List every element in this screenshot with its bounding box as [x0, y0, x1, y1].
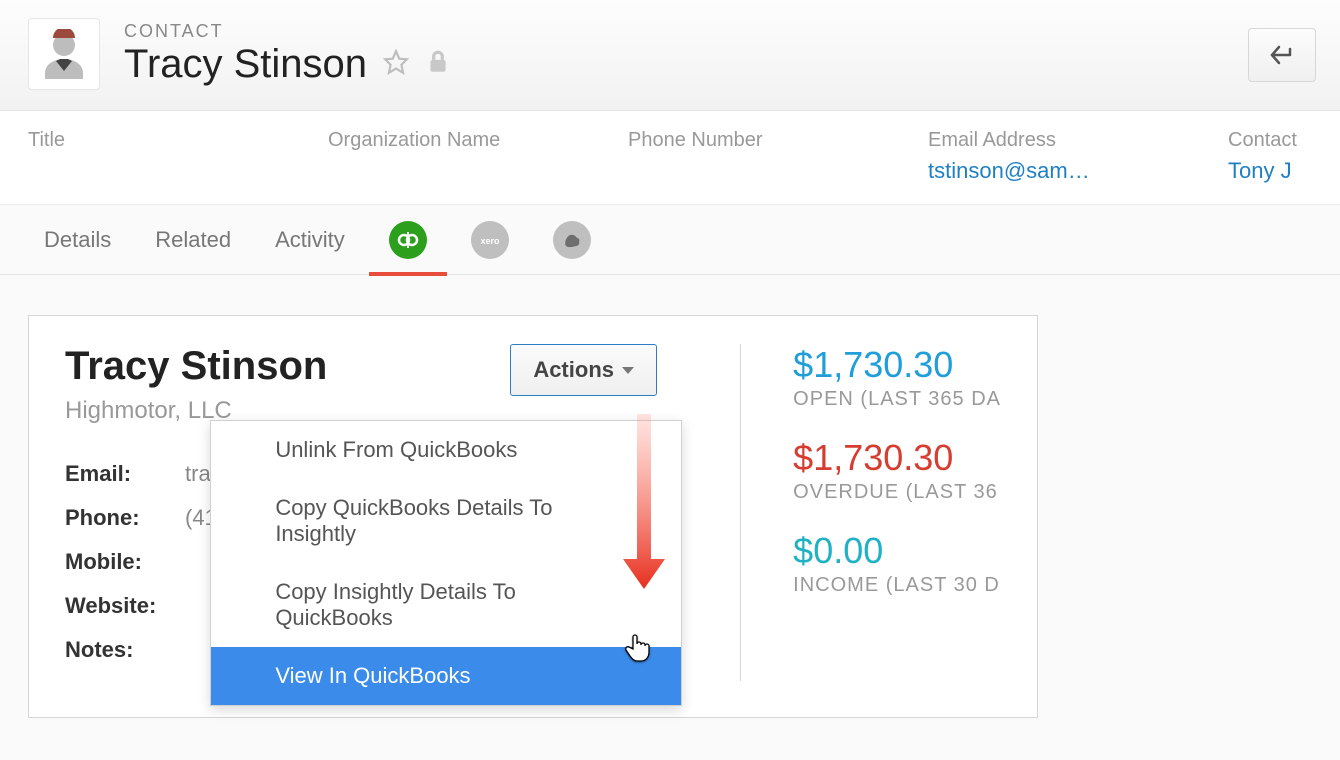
action-copy-qb-to-insightly[interactable]: Copy QuickBooks Details To Insightly: [211, 479, 681, 563]
tab-activity[interactable]: Activity: [275, 205, 345, 274]
actions-menu: Unlink From QuickBooks Copy QuickBooks D…: [210, 420, 682, 706]
quickbooks-icon: [396, 228, 420, 252]
action-unlink[interactable]: Unlink From QuickBooks: [211, 421, 681, 479]
field-owner: Contact Tony J: [1228, 129, 1308, 184]
field-org: Organization Name: [328, 129, 588, 184]
qb-card: Tracy Stinson Highmotor, LLC Email:tracy…: [28, 315, 1038, 718]
action-copy-insightly-to-qb[interactable]: Copy Insightly Details To QuickBooks: [211, 563, 681, 647]
amount-overdue: $1,730.30: [793, 437, 1001, 479]
tab-details[interactable]: Details: [44, 205, 111, 274]
qb-card-left: Tracy Stinson Highmotor, LLC Email:tracy…: [65, 344, 740, 681]
svg-text:xero: xero: [480, 236, 500, 246]
label-income: INCOME (LAST 30 D: [793, 574, 1001, 597]
action-view-in-quickbooks[interactable]: View In QuickBooks: [211, 647, 681, 705]
amount-open: $1,730.30: [793, 344, 1001, 386]
field-title: Title: [28, 129, 288, 184]
page-title: Tracy Stinson: [124, 42, 367, 87]
star-icon[interactable]: [383, 49, 409, 80]
back-arrow-icon: [1268, 43, 1296, 67]
tab-xero[interactable]: xero: [471, 221, 509, 259]
actions-dropdown[interactable]: Actions Unlink From QuickBooks Copy Quic…: [510, 344, 657, 396]
field-email-value[interactable]: tstinson@sam…: [928, 158, 1188, 184]
back-button[interactable]: [1248, 28, 1316, 82]
field-owner-value[interactable]: Tony J: [1228, 158, 1308, 184]
field-email: Email Address tstinson@sam…: [928, 129, 1188, 184]
amount-income: $0.00: [793, 530, 1001, 572]
summary-fields: Title Organization Name Phone Number Ema…: [0, 111, 1340, 205]
label-overdue: OVERDUE (LAST 36: [793, 481, 1001, 504]
contact-avatar: [28, 18, 100, 90]
lock-icon: [425, 49, 451, 80]
tab-mailchimp[interactable]: [553, 221, 591, 259]
header-eyebrow: CONTACT: [124, 21, 451, 42]
header-title-block: CONTACT Tracy Stinson: [124, 21, 451, 87]
tab-quickbooks[interactable]: [389, 221, 427, 259]
actions-button[interactable]: Actions: [510, 344, 657, 396]
quickbooks-panel: Tracy Stinson Highmotor, LLC Email:tracy…: [0, 275, 1340, 758]
tab-related[interactable]: Related: [155, 205, 231, 274]
qb-card-right: $1,730.30 OPEN (LAST 365 DA $1,730.30 OV…: [741, 344, 1001, 681]
field-phone: Phone Number: [628, 129, 888, 184]
tabs-bar: Details Related Activity xero: [0, 205, 1340, 275]
label-open: OPEN (LAST 365 DA: [793, 388, 1001, 411]
avatar-icon: [39, 29, 89, 79]
page-header: CONTACT Tracy Stinson: [0, 0, 1340, 111]
caret-down-icon: [622, 367, 634, 374]
xero-icon: xero: [478, 228, 502, 252]
mailchimp-icon: [560, 228, 584, 252]
